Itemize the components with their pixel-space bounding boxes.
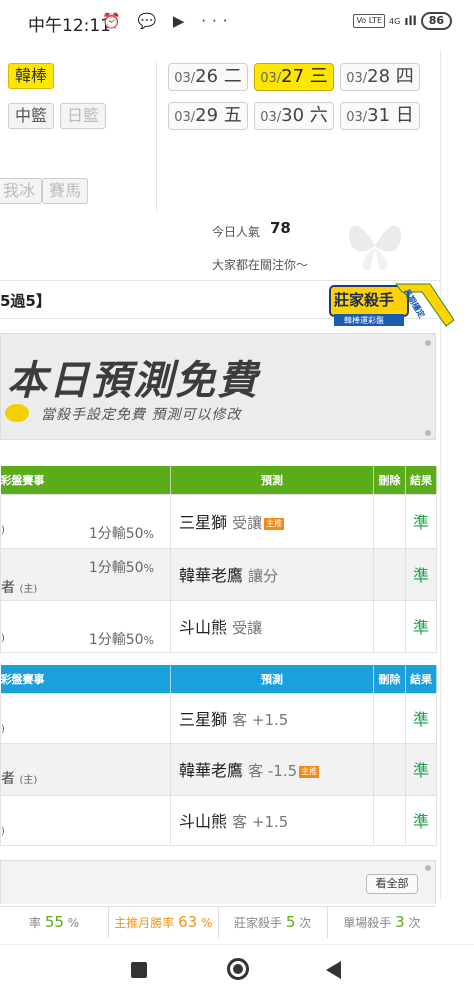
delete-cell [373, 692, 406, 744]
result-cell: 準 [405, 742, 437, 796]
table-row: 1分輸50% 者 (主) 韓華老鷹 讓分 準 [0, 547, 437, 601]
banner-dot [425, 430, 431, 436]
delete-cell [373, 547, 406, 601]
banner-subtitle: 當殺手設定免費 預測可以修改 [41, 407, 242, 423]
event-cell: 者 (主) [0, 742, 171, 796]
result-cell: 準 [405, 493, 437, 549]
free-prediction-banner: 本日預測免費 當殺手設定免費 預測可以修改 [0, 333, 436, 440]
table-header: 彩盤賽事 預測 刪除 結果 [0, 466, 437, 494]
date-0326[interactable]: 03/26 二 [168, 63, 248, 91]
prediction-cell: 三星獅 客 +1.5 [170, 692, 374, 744]
prediction-cell: 三星獅 受讓 主推 [170, 493, 374, 549]
stat-win-rate: 率 55 % [0, 907, 110, 938]
tag-japanese-basketball: 日籃 [60, 103, 107, 129]
event-cell: ) [0, 794, 171, 846]
col-delete: 刪除 [373, 665, 406, 693]
table-row: ) 三星獅 客 +1.5 準 [0, 692, 437, 744]
prediction-cell: 斗山熊 客 +1.5 [170, 794, 374, 846]
table-row: ) 1分輸50% 三星獅 受讓 主推 準 [0, 493, 437, 549]
butterfly-icon [349, 225, 401, 271]
event-cell: ) [0, 692, 171, 744]
lightbulb-icon [5, 404, 29, 422]
table-row: 者 (主) 韓華老鷹 客 -1.5 主推 準 [0, 742, 437, 796]
signal-icon: ıll [404, 14, 417, 28]
volte-icon: Vo LTE [353, 14, 386, 28]
col-result: 結果 [405, 466, 437, 494]
total-table: 彩盤賽事 預測 刪除 結果 ) 三星獅 客 +1.5 準 者 (主) 韓華老鷹 … [0, 665, 437, 846]
filter-divider [156, 62, 157, 212]
stat-single-killer: 單場殺手 3 次 [343, 913, 421, 931]
back-icon[interactable] [326, 961, 341, 979]
status-bar: 中午12:11 ⏰ 💬 ▶ ··· Vo LTE 4G ıll 86 [0, 0, 474, 44]
event-cell: 1分輸50% 者 (主) [0, 547, 171, 601]
result-cell: 準 [405, 599, 437, 653]
col-event: 彩盤賽事 [0, 466, 171, 494]
recent-apps-icon[interactable] [131, 962, 147, 978]
date-0331[interactable]: 03/31 日 [340, 102, 420, 130]
col-prediction: 預測 [170, 466, 374, 494]
date-0327[interactable]: 03/27 三 [254, 63, 334, 91]
date-0328[interactable]: 03/28 四 [340, 63, 420, 91]
banner-title: 本日預測免費 [7, 358, 259, 404]
battery-icon: 86 [420, 12, 452, 30]
result-cell: 準 [405, 547, 437, 601]
table-row: ) 1分輸50% 斗山熊 受讓 準 [0, 599, 437, 653]
banner-dot [425, 340, 431, 346]
tag-chinese-basketball[interactable]: 中籃 [8, 103, 55, 129]
table-header: 彩盤賽事 預測 刪除 結果 [0, 665, 437, 693]
handicap-table: 彩盤賽事 預測 刪除 結果 ) 1分輸50% 三星獅 受讓 主推 準 1分輸50%… [0, 466, 437, 653]
status-right: Vo LTE 4G ıll 86 [353, 12, 452, 30]
popularity-note: 大家都在關注你～ [212, 258, 309, 272]
box-dot [425, 865, 431, 871]
view-all-button[interactable]: 看全部 [366, 874, 418, 894]
event-cell: ) 1分輸50% [0, 493, 171, 549]
badge-subtitle: 韓棒運彩盤 [344, 316, 384, 325]
col-delete: 刪除 [373, 466, 406, 494]
col-prediction: 預測 [170, 665, 374, 693]
stat-bookmaker-killer: 莊家殺手 5 次 [219, 907, 328, 938]
prediction-cell: 斗山熊 受讓 [170, 599, 374, 653]
prediction-cell: 韓華老鷹 讓分 [170, 547, 374, 601]
network-type: 4G [389, 16, 401, 26]
prediction-cell: 韓華老鷹 客 -1.5 主推 [170, 742, 374, 796]
tag-korean-baseball[interactable]: 韓棒 [8, 63, 55, 89]
badge-title: 莊家殺手 [334, 291, 395, 309]
result-cell: 準 [405, 794, 437, 846]
col-event: 彩盤賽事 [0, 665, 171, 693]
delete-cell [373, 742, 406, 796]
date-0330[interactable]: 03/30 六 [254, 102, 334, 130]
delete-cell [373, 794, 406, 846]
frame-divider [440, 50, 441, 900]
result-cell: 準 [405, 692, 437, 744]
delete-cell [373, 493, 406, 549]
tag-horse-racing: 賽馬 [42, 178, 89, 204]
system-nav-bar [0, 944, 474, 1000]
tag-ice-hockey: 我冰 [0, 178, 43, 204]
notification-icons: ⏰ 💬 ▶ ··· [102, 12, 234, 30]
event-cell: ) 1分輸50% [0, 599, 171, 653]
col-result: 結果 [405, 665, 437, 693]
main-pick-badge: 主推 [264, 517, 285, 530]
stat-main-monthly-rate: 主推月勝率 63 % [109, 907, 219, 938]
status-time: 中午12:11 [28, 16, 111, 36]
popularity-label: 今日人氣 [212, 225, 261, 239]
date-0329[interactable]: 03/29 五 [168, 102, 248, 130]
main-pick-badge: 主推 [299, 765, 320, 778]
popularity-value: 78 [270, 219, 291, 237]
home-icon[interactable] [227, 958, 249, 980]
section-title: 5過5】 [0, 292, 51, 310]
stats-row: 率 55 % 主推月勝率 63 % 莊家殺手 5 次 單場殺手 3 次 [0, 906, 436, 938]
table-row: ) 斗山熊 客 +1.5 準 [0, 794, 437, 846]
delete-cell [373, 599, 406, 653]
